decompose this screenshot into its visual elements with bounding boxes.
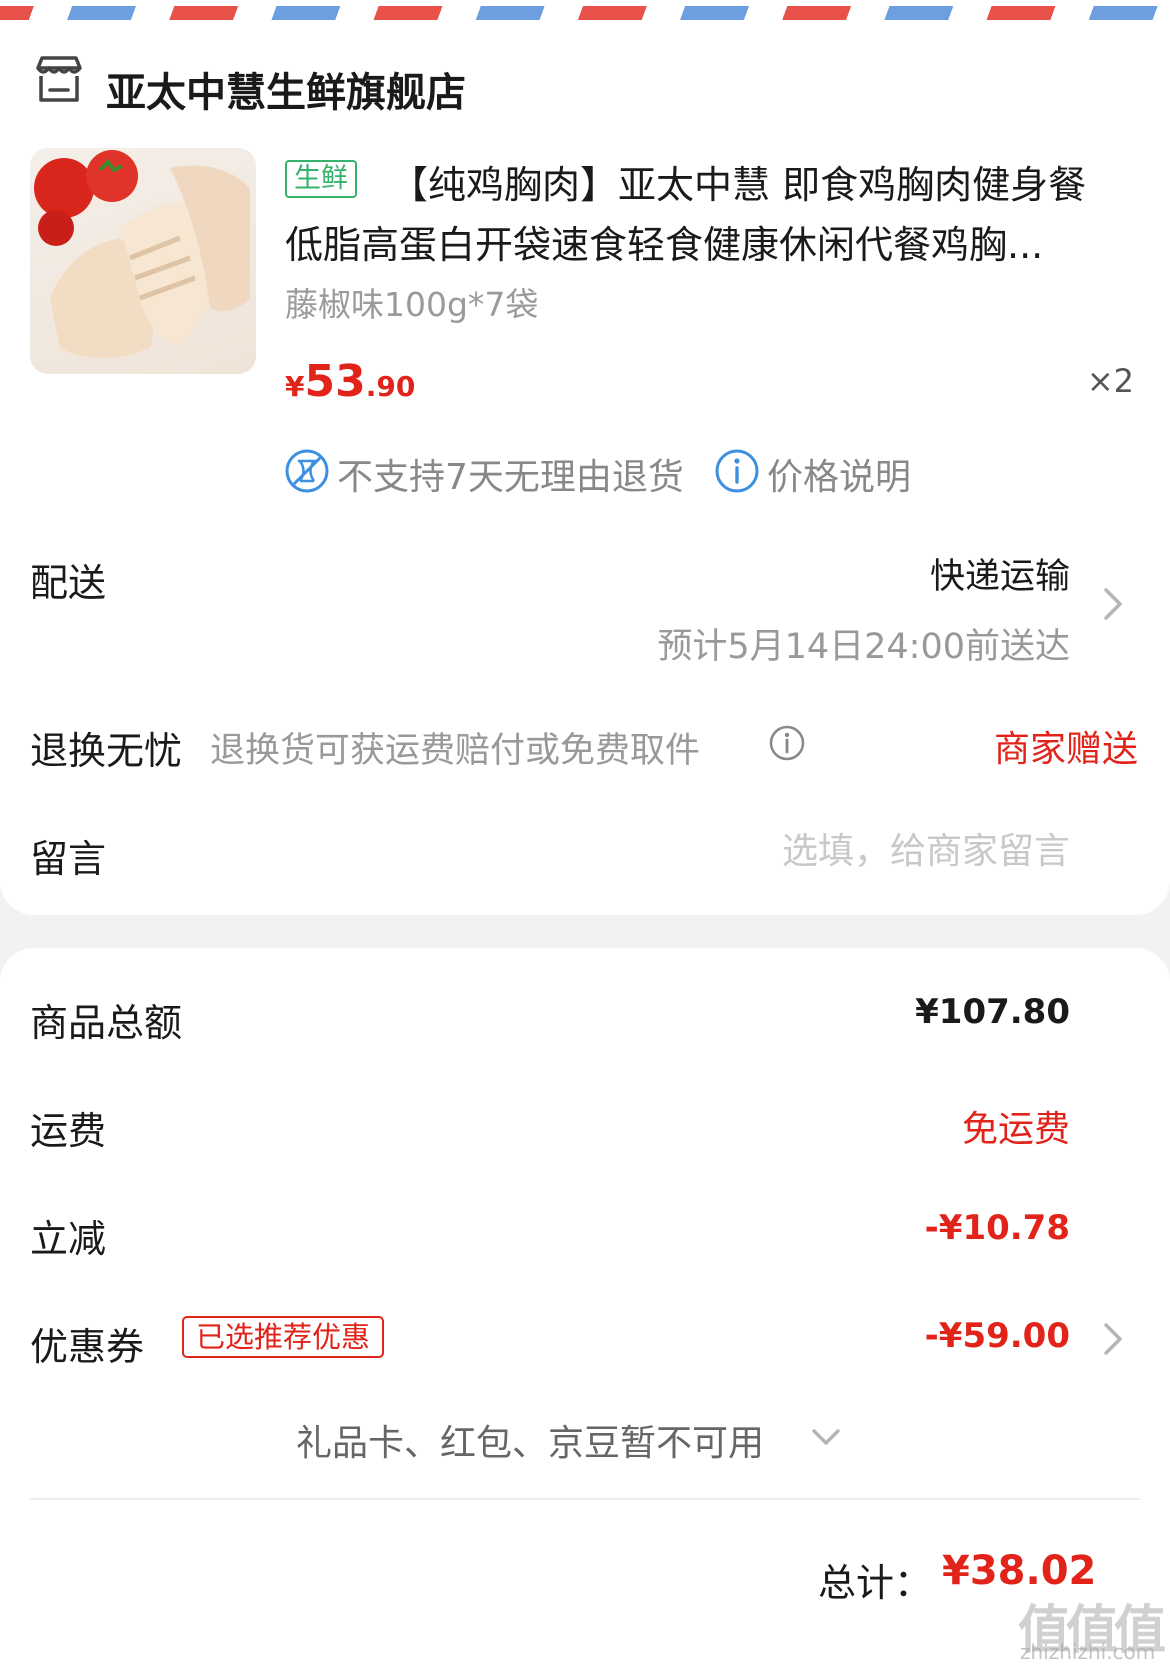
goods-total-value: ¥107.80 xyxy=(915,992,1070,1032)
chevron-right-icon[interactable] xyxy=(1100,584,1126,624)
discount-label: 立减 xyxy=(30,1217,107,1261)
divider xyxy=(30,1498,1140,1500)
product-price: ¥53.90 xyxy=(285,356,415,407)
price-decimal: .90 xyxy=(365,370,416,403)
info-icon[interactable] xyxy=(768,724,806,762)
return-service-description: 退换货可获运费赔付或免费取件 xyxy=(210,731,701,771)
no-return-icon xyxy=(285,449,329,493)
return-service-label: 退换无忧 xyxy=(30,729,183,773)
discount-value: -¥10.78 xyxy=(924,1208,1070,1248)
goods-total-label: 商品总额 xyxy=(30,1001,183,1045)
product-quantity: ×2 xyxy=(1086,362,1134,400)
gift-note[interactable]: 礼品卡、红包、京豆暂不可用 xyxy=(296,1414,764,1466)
no-return-notice[interactable]: 不支持7天无理由退货 xyxy=(337,448,684,500)
product-title-line2[interactable]: 低脂高蛋白开袋速食轻食健康休闲代餐鸡胸... xyxy=(285,214,1043,269)
message-input[interactable] xyxy=(650,826,1070,876)
price-currency: ¥ xyxy=(285,370,305,403)
chevron-down-icon[interactable] xyxy=(808,1422,844,1452)
watermark-url: zhizhizhi.com xyxy=(1020,1640,1156,1664)
coupon-badge: 已选推荐优惠 xyxy=(182,1316,385,1358)
product-image[interactable] xyxy=(30,148,256,374)
coupon-label: 优惠券 xyxy=(30,1325,145,1369)
chevron-right-icon[interactable] xyxy=(1100,1319,1126,1359)
info-icon xyxy=(715,449,759,493)
message-label: 留言 xyxy=(30,837,107,881)
shipping-value: 免运费 xyxy=(961,1109,1070,1150)
product-spec: 藤椒味100g*7袋 xyxy=(285,285,539,324)
delivery-label: 配送 xyxy=(30,561,107,605)
delivery-method[interactable]: 快递运输 xyxy=(930,548,1070,599)
product-title-line1[interactable]: 【纯鸡胸肉】亚太中慧 即食鸡胸肉健身餐 xyxy=(390,154,1086,209)
airmail-stripe xyxy=(0,0,1170,22)
price-integer: 53 xyxy=(304,356,366,407)
coupon-value[interactable]: -¥59.00 xyxy=(925,1316,1070,1356)
total-label: 总计： xyxy=(818,1561,933,1605)
shipping-label: 运费 xyxy=(30,1109,107,1153)
store-name[interactable]: 亚太中慧生鲜旗舰店 xyxy=(106,60,466,118)
delivery-eta[interactable]: 预计5月14日24:00前送达 xyxy=(657,618,1070,669)
return-service-badge: 商家赠送 xyxy=(993,729,1138,770)
fresh-tag: 生鲜 xyxy=(285,160,357,198)
store-icon xyxy=(36,56,82,102)
price-info-link[interactable]: 价格说明 xyxy=(767,448,911,500)
